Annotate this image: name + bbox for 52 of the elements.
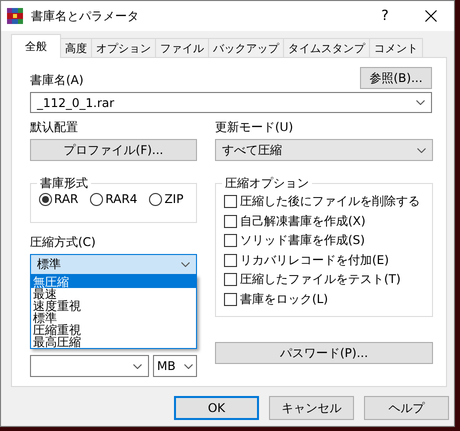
volume-size-combo[interactable] [30, 355, 149, 377]
checkbox[interactable] [224, 292, 237, 306]
group-title: 書庫形式 [39, 175, 89, 192]
dropdown-option[interactable]: 圧縮重視 [31, 324, 196, 336]
tab[interactable]: 全般 [11, 34, 61, 58]
profile-button[interactable]: プロファイル(F)... [30, 139, 197, 161]
checkbox-label: 書庫をロック(L) [240, 290, 328, 308]
chevron-down-icon [417, 148, 426, 152]
chevron-down-icon [133, 364, 142, 368]
archive-app-icon [7, 8, 23, 24]
checkbox-label: 自己解凍書庫を作成(X) [240, 212, 366, 230]
radio-label: ZIP [164, 192, 184, 206]
archive-name-combo[interactable]: _112_0_1.rar [30, 92, 432, 113]
dropdown-option[interactable]: 無圧縮 [31, 276, 196, 288]
password-button[interactable]: パスワード(P)... [215, 342, 433, 364]
checkbox-label: ソリッド書庫を作成(S) [240, 232, 365, 250]
dropdown-option[interactable]: 最速 [31, 288, 196, 300]
checkbox[interactable] [224, 273, 237, 286]
radio-button[interactable] [39, 192, 52, 206]
radio-button[interactable] [149, 192, 162, 206]
compression-method-label: 圧縮方式(C) [30, 234, 97, 251]
window-title: 書庫名とパラメータ [31, 8, 140, 24]
close-icon [425, 10, 437, 22]
dropdown-option[interactable]: 速度重視 [31, 300, 196, 312]
tab[interactable]: コメント [369, 38, 423, 58]
chevron-down-icon [181, 262, 190, 267]
dialog-button[interactable]: OK [174, 396, 259, 420]
checkbox[interactable] [224, 234, 237, 248]
checkbox[interactable] [224, 254, 237, 267]
dialog-button[interactable]: ヘルプ [364, 396, 449, 420]
update-mode-label: 更新モード(U) [215, 119, 294, 136]
dropdown-option[interactable]: 標準 [31, 312, 196, 324]
radio-label: RAR4 [105, 192, 138, 206]
size-unit-combo[interactable]: MB [153, 355, 197, 377]
chevron-down-icon [416, 100, 425, 105]
help-button[interactable]: ? [362, 8, 408, 24]
update-mode-combo[interactable]: すべて圧縮 [215, 139, 433, 161]
radio-button[interactable] [90, 192, 104, 206]
checkbox-label: 圧縮したファイルをテスト(T) [240, 271, 401, 288]
chevron-down-icon [184, 364, 193, 368]
compression-method-combo[interactable]: 標準 [30, 254, 197, 275]
browse-button[interactable]: 参照(B)... [360, 67, 432, 89]
dialog-button[interactable]: キャンセル [269, 396, 354, 420]
checkbox-label: 圧縮した後にファイルを削除する [240, 193, 420, 210]
profile-label: 默认配置 [30, 119, 79, 136]
radio-label: RAR [54, 192, 78, 206]
checkbox[interactable] [224, 195, 237, 208]
checkbox[interactable] [224, 214, 237, 228]
dropdown-option[interactable]: 最高圧縮 [31, 336, 196, 348]
group-title: 圧縮オプション [224, 175, 310, 192]
archive-name-label: 書庫名(A) [30, 72, 84, 89]
checkbox-label: リカバリレコードを付加(E) [240, 252, 389, 269]
